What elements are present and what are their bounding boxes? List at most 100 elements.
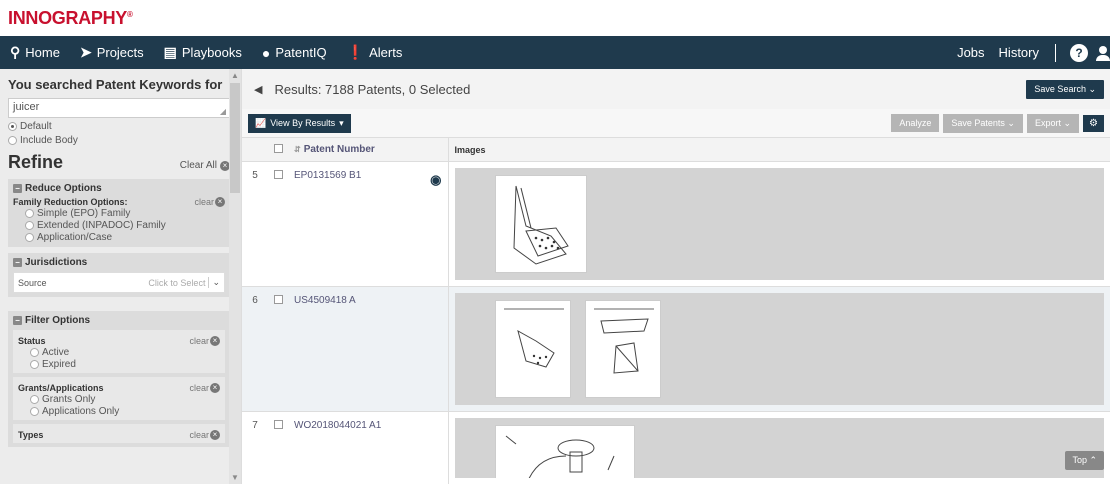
nav-divider [1055, 43, 1056, 62]
table-row[interactable]: 5 EP0131569 B1 ◉ [242, 161, 1110, 287]
collapse-icon: − [13, 258, 22, 267]
innography-logo[interactable]: INNOGRAPHY® [8, 8, 133, 29]
results-table: ⇵Patent Number Images 5 EP0131569 B1◉ [242, 137, 1110, 484]
help-icon[interactable]: ? [1070, 43, 1088, 62]
jurisdictions-header[interactable]: − Jurisdictions [13, 257, 225, 268]
clear-family-button[interactable]: clear × [194, 197, 225, 207]
analyze-button[interactable]: Analyze [891, 114, 940, 132]
clear-all-button[interactable]: Clear All × [180, 160, 230, 171]
radio-icon[interactable] [8, 136, 17, 145]
option-simple-family[interactable]: Simple (EPO) Family [13, 208, 225, 219]
back-to-top-button[interactable]: Top ⌃ [1065, 451, 1104, 470]
patent-drawing-thumbnail[interactable] [494, 425, 635, 478]
clear-icon: × [210, 430, 220, 440]
nav-playbooks[interactable]: ▤ Playbooks [154, 36, 252, 69]
patent-images [454, 293, 1104, 405]
option-expired[interactable]: Expired [18, 359, 220, 370]
clear-icon: × [215, 197, 225, 207]
nav-projects[interactable]: ➤ Projects [70, 36, 154, 69]
save-patents-button[interactable]: Save Patents ⌄ [943, 113, 1023, 133]
patent-drawing-thumbnail[interactable] [494, 300, 571, 398]
row-checkbox[interactable] [273, 420, 283, 429]
collapse-icon: − [13, 184, 22, 193]
export-button[interactable]: Export ⌄ [1026, 113, 1080, 133]
grants-filter: Grants/Applications clear × Grants Only Ap… [13, 377, 225, 420]
option-extended-family[interactable]: Extended (INPADOC) Family [13, 220, 225, 231]
nav-alerts[interactable]: ❗ Alerts [337, 36, 413, 69]
patent-number-header[interactable]: ⇵ Patent Number [288, 138, 448, 162]
user-icon[interactable] [1096, 45, 1110, 61]
gear-icon[interactable]: ⚙ [1083, 114, 1104, 132]
radio-icon[interactable] [25, 233, 34, 242]
table-header: ⇵ Patent Number Images [242, 137, 1110, 162]
status-filter: Status clear × Active Expired [13, 330, 225, 373]
scroll-down-icon[interactable]: ▼ [231, 473, 239, 482]
collapse-icon: − [13, 316, 22, 325]
chevron-down-icon[interactable]: ⌄ [208, 277, 220, 288]
reduce-options-header[interactable]: − Reduce Options [13, 183, 225, 194]
lightbulb-icon: ● [261, 44, 271, 61]
table-row[interactable]: 7 WO2018044021 A1 [242, 411, 1110, 484]
option-default[interactable]: Default [8, 121, 230, 132]
option-application-case[interactable]: Application/Case [13, 232, 225, 243]
view-by-results-button[interactable]: 📈 View By Results ▾ [248, 113, 351, 133]
select-all-checkbox[interactable] [273, 144, 283, 153]
radio-icon[interactable] [30, 348, 39, 357]
radio-icon[interactable] [25, 209, 34, 218]
patent-link[interactable]: WO2018044021 A1 [294, 420, 381, 431]
clear-grants-button[interactable]: clear × [189, 383, 220, 393]
clear-icon: × [210, 383, 220, 393]
refine-title: Refine [8, 152, 64, 172]
nav-patentiq[interactable]: ● PatentIQ [252, 36, 337, 69]
clear-status-button[interactable]: clear × [189, 336, 220, 346]
source-select[interactable]: Source Click to Select ⌄ [13, 272, 225, 293]
sort-icon: ⇵ [294, 145, 301, 154]
patent-drawing-thumbnail[interactable] [584, 300, 661, 398]
results-bar: ◀ Results: 7188 Patents, 0 Selected Save… [242, 69, 1110, 109]
folder-icon: ➤ [79, 44, 92, 60]
scroll-thumb[interactable] [230, 83, 240, 193]
refine-sidebar: You searched Patent Keywords for juicer ◢… [0, 69, 242, 484]
scroll-up-icon[interactable]: ▲ [231, 71, 239, 80]
radio-icon[interactable] [30, 407, 39, 416]
brand-bar: INNOGRAPHY® [0, 0, 1110, 36]
radio-icon[interactable] [8, 122, 17, 131]
patent-link[interactable]: EP0131569 B1 [294, 170, 361, 181]
nav-jobs[interactable]: Jobs [947, 36, 994, 69]
patent-link[interactable]: US4509418 A [294, 295, 356, 306]
keyword-field[interactable]: juicer ◢ [8, 98, 230, 118]
resize-handle-icon[interactable]: ◢ [220, 107, 226, 116]
images-header: Images [447, 137, 1110, 162]
chart-icon: 📈 [255, 117, 267, 128]
row-checkbox[interactable] [273, 170, 283, 179]
radio-icon[interactable] [25, 221, 34, 230]
save-search-button[interactable]: Save Search ⌄ [1026, 79, 1104, 99]
radio-icon[interactable] [30, 395, 39, 404]
patent-drawing-thumbnail[interactable] [494, 175, 587, 273]
results-summary: Results: 7188 Patents, 0 Selected [274, 81, 471, 97]
option-include-body[interactable]: Include Body [8, 135, 230, 146]
option-grants-only[interactable]: Grants Only [18, 394, 220, 405]
option-active[interactable]: Active [18, 347, 220, 358]
radio-icon[interactable] [30, 360, 39, 369]
collapse-sidebar-icon[interactable]: ◀ [254, 83, 262, 96]
search-icon: ⚲ [10, 44, 21, 60]
results-toolbar: 📈 View By Results ▾ Analyze Save Patents … [242, 109, 1110, 137]
nav-home[interactable]: ⚲ Home [0, 36, 70, 69]
clear-types-button[interactable]: clear × [189, 430, 220, 440]
top-nav: ⚲ Home ➤ Projects ▤ Playbooks ● PatentIQ… [0, 36, 1110, 69]
results-main: ◀ Results: 7188 Patents, 0 Selected Save… [242, 69, 1110, 484]
option-applications-only[interactable]: Applications Only [18, 406, 220, 417]
alert-icon: ❗ [346, 44, 365, 60]
table-row[interactable]: 6 US4509418 A [242, 286, 1110, 412]
jurisdictions-panel: − Jurisdictions Source Click to Select ⌄ [8, 253, 230, 297]
eye-icon[interactable]: ◉ [430, 172, 441, 188]
searched-title: You searched Patent Keywords for [8, 77, 223, 92]
filter-options-header[interactable]: − Filter Options [13, 315, 225, 326]
playbook-icon: ▤ [163, 44, 177, 60]
row-checkbox[interactable] [273, 295, 283, 304]
nav-history[interactable]: History [995, 36, 1049, 69]
sidebar-scrollbar[interactable]: ▲ ▼ [229, 69, 241, 484]
patent-images [454, 168, 1104, 280]
filter-options-panel: − Filter Options Status clear × Active Expi… [8, 311, 230, 447]
